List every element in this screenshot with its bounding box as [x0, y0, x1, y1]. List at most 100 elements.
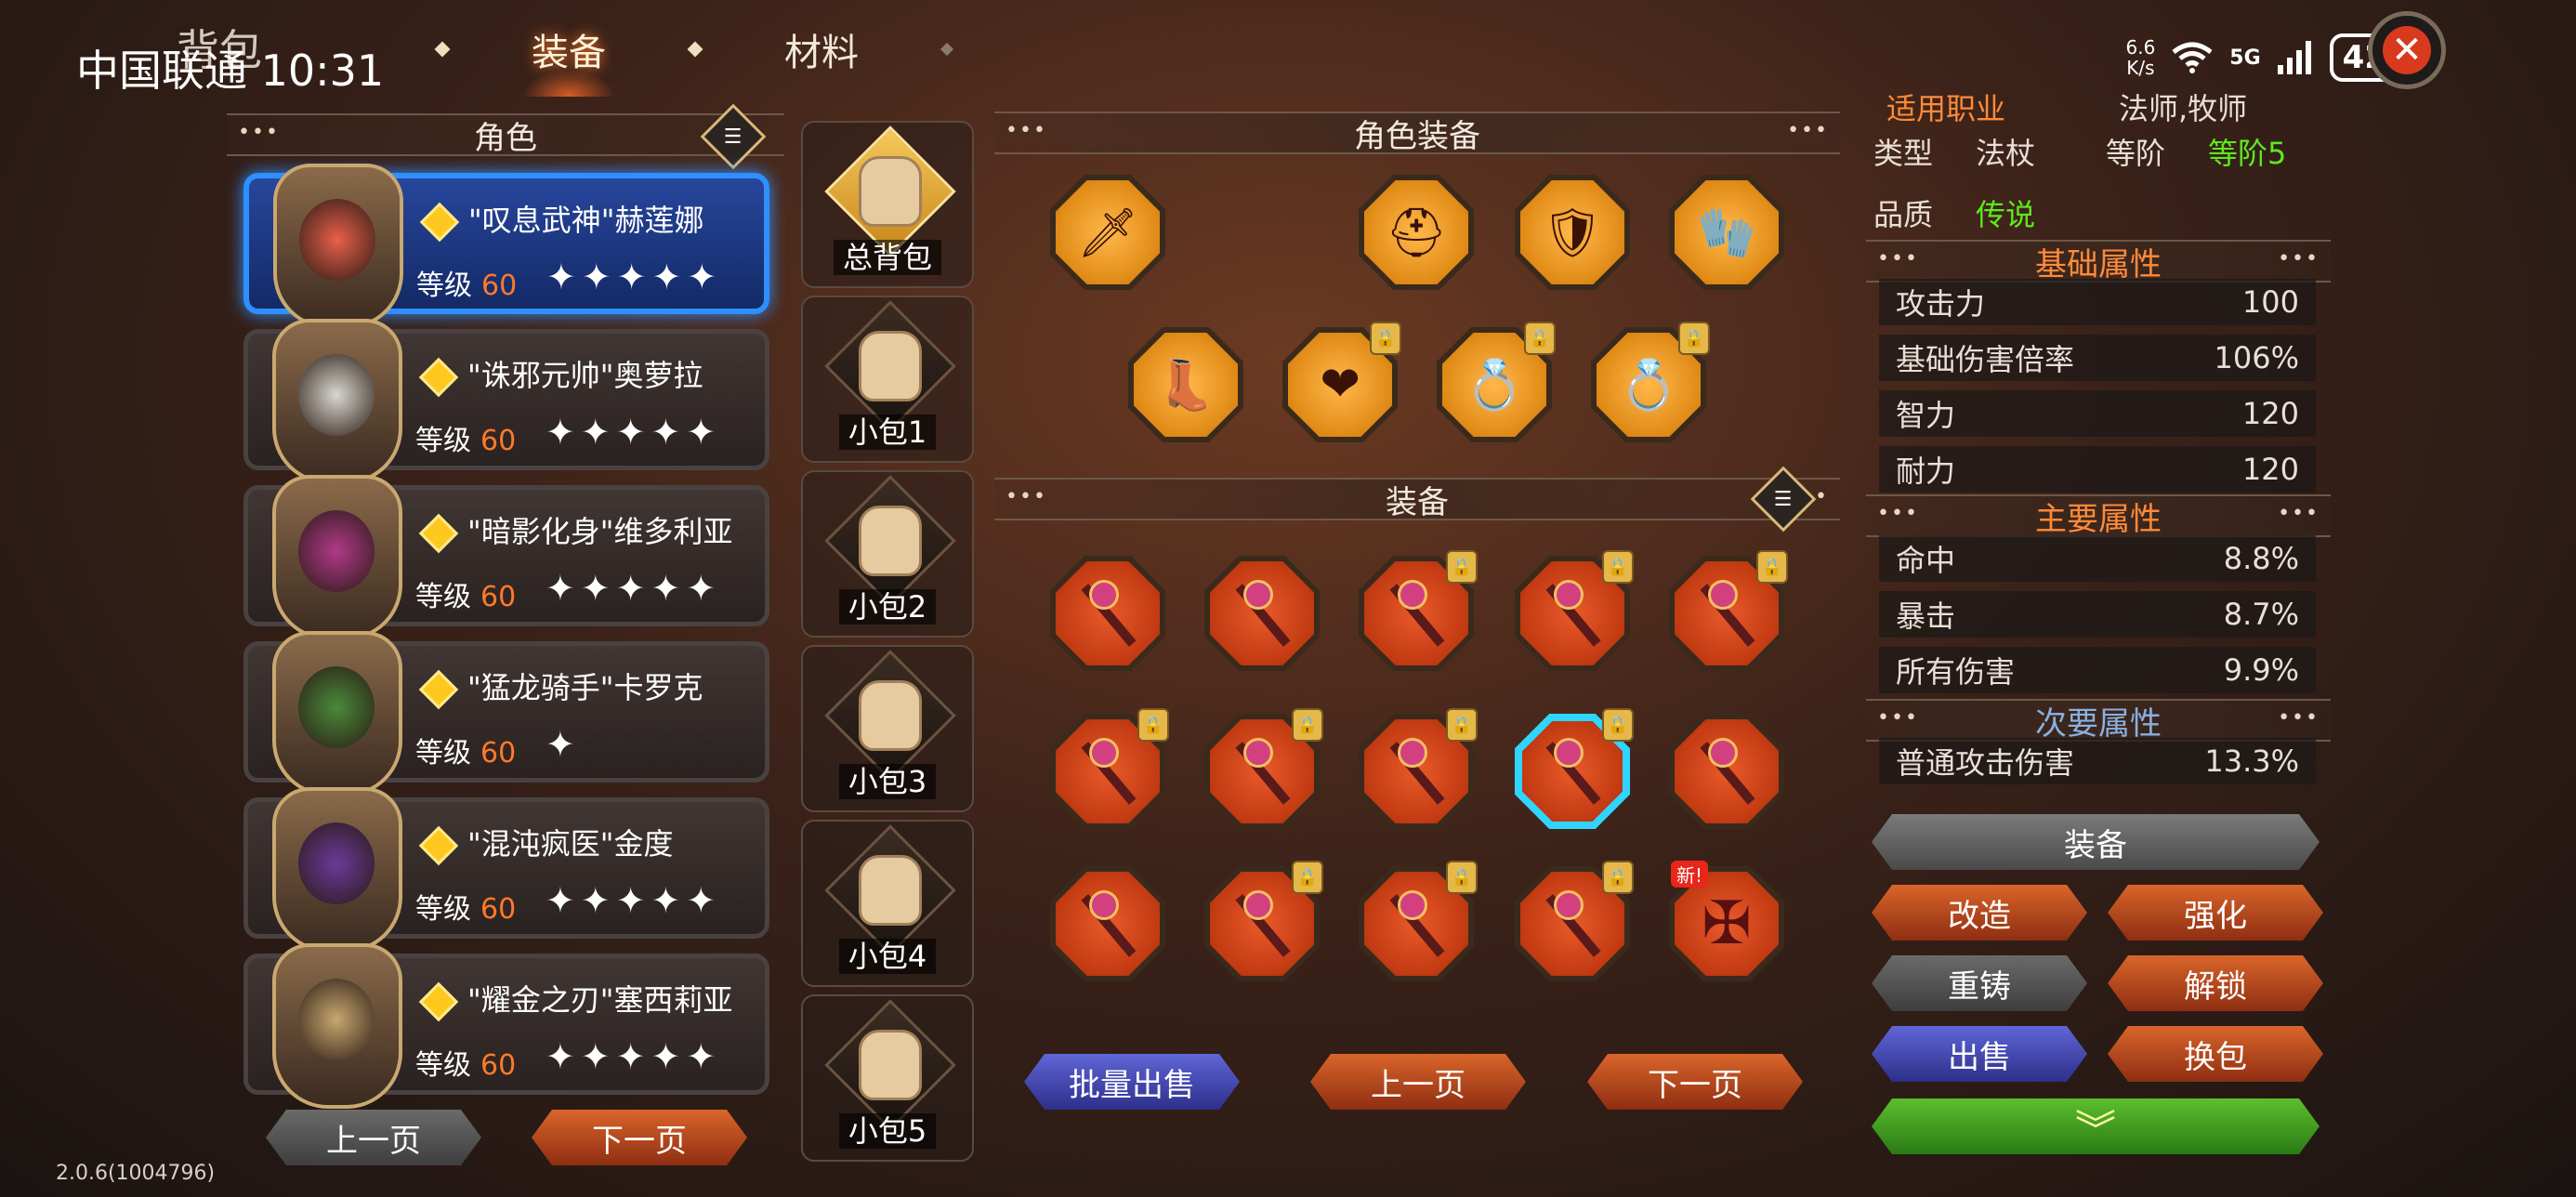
character-portrait: [272, 631, 402, 796]
sword-icon: 🗡: [1076, 204, 1138, 261]
star-icon: ✦: [686, 412, 722, 453]
lock-icon: 🔒: [1446, 861, 1478, 894]
equipment-slot[interactable]: 👢: [1128, 327, 1243, 442]
star-icon: ✦: [580, 724, 616, 765]
backpack-icon: [859, 506, 922, 576]
character-face: [299, 199, 375, 281]
tab-materials[interactable]: 材料: [766, 19, 877, 80]
equipment-slot[interactable]: 💍 🔒: [1591, 322, 1710, 442]
chevron-down-icon: ︾: [2075, 1107, 2116, 1154]
character-portrait: [272, 475, 402, 640]
enhance-button[interactable]: 强化: [2108, 885, 2323, 940]
wifi-icon: [2172, 42, 2213, 73]
inventory-item[interactable]: 🔒: [1669, 550, 1788, 671]
bag-tab[interactable]: 小包5: [801, 994, 974, 1162]
tab-equipment[interactable]: 装备: [513, 19, 624, 97]
bag-tab[interactable]: 小包1: [801, 296, 974, 463]
attribute-row: 暴击 8.7%: [1879, 591, 2316, 638]
inventory-item[interactable]: 🔒: [1204, 708, 1323, 829]
star-icon: ✦: [545, 568, 581, 609]
version-label: 2.0.6(1004796): [56, 1162, 216, 1185]
inventory-item[interactable]: 🔒: [1515, 550, 1634, 671]
close-icon: ✕: [2383, 26, 2431, 74]
grade-value: 等阶5: [2208, 136, 2287, 171]
inventory-item[interactable]: 🔒: [1359, 550, 1478, 671]
bag-tab[interactable]: 小包3: [801, 645, 974, 812]
character-card[interactable]: "猛龙骑手"卡罗克 等级 60 ✦✦✦✦✦: [243, 631, 769, 796]
job-label: 适用职业: [1886, 91, 2006, 126]
inventory-item[interactable]: 🔒: [1515, 861, 1634, 981]
attribute-row: 耐力 120: [1879, 446, 2316, 493]
inventory-item[interactable]: 🔒: [1050, 708, 1169, 829]
character-card[interactable]: "诛邪元帅"奥萝拉 等级 60 ✦✦✦✦✦: [243, 319, 769, 484]
attribute-name: 普通攻击伤害: [1896, 745, 2075, 781]
inventory-item[interactable]: 🔒: [1515, 708, 1634, 829]
character-face: [298, 354, 375, 436]
equipment-slot[interactable]: 🧤: [1669, 175, 1784, 290]
quality-value: 传说: [1976, 197, 2036, 232]
bag-tab[interactable]: 小包2: [801, 470, 974, 638]
inventory-next-page-button[interactable]: 下一页: [1587, 1054, 1803, 1110]
character-card[interactable]: "暗影化身"维多利亚 等级 60 ✦✦✦✦✦: [243, 475, 769, 640]
bag-tab[interactable]: 小包4: [801, 820, 974, 987]
top-tabs: 装备 材料: [434, 19, 954, 97]
reforge-button[interactable]: 改造: [1872, 885, 2087, 940]
expand-button[interactable]: ︾: [1872, 1098, 2320, 1154]
lock-icon: 🔒: [1602, 708, 1634, 742]
star-rating: ✦✦✦✦✦: [545, 412, 721, 453]
character-card[interactable]: "混沌疯医"金度 等级 60 ✦✦✦✦✦: [243, 787, 769, 953]
attribute-name: 暴击: [1896, 598, 1956, 634]
character-card[interactable]: "叹息武神"赫莲娜 等级 60 ✦✦✦✦✦: [243, 164, 769, 329]
type-label: 类型: [1873, 136, 1934, 171]
batch-sell-button[interactable]: 批量出售: [1024, 1054, 1240, 1110]
equipment-slot[interactable]: 🗡: [1050, 175, 1165, 290]
sell-button[interactable]: 出售: [1872, 1026, 2087, 1082]
inventory-item[interactable]: [1204, 556, 1320, 671]
equip-button[interactable]: 装备: [1872, 814, 2320, 870]
character-portrait: [272, 319, 402, 484]
inventory-item[interactable]: [1050, 556, 1165, 671]
characters-prev-page-button[interactable]: 上一页: [266, 1110, 481, 1165]
armor-icon: 🛡: [1541, 204, 1603, 261]
lock-icon: 🔒: [1292, 861, 1323, 894]
close-button[interactable]: ✕: [2368, 11, 2446, 89]
character-name: "暗影化身"维多利亚: [467, 514, 733, 549]
inventory-item[interactable]: [1669, 714, 1784, 829]
equipment-slot[interactable]: ⛑: [1359, 175, 1474, 290]
attribute-value: 8.8%: [2223, 541, 2299, 576]
hood-icon: ⛑: [1385, 204, 1447, 261]
status-bar: 背包 中国联通 10:31 6.6 K/s 5G 42 ✕: [0, 0, 2576, 96]
characters-next-page-button[interactable]: 下一页: [532, 1110, 747, 1165]
backpack-icon: [859, 331, 922, 401]
character-face: [298, 822, 375, 904]
star-icon: ✦: [651, 412, 687, 453]
character-level: 等级 60: [415, 581, 517, 613]
swap-bag-button[interactable]: 换包: [2108, 1026, 2323, 1082]
equipment-slot[interactable]: ❤ 🔒: [1282, 322, 1401, 442]
attribute-value: 120: [2241, 452, 2299, 487]
inventory-item[interactable]: 🔒: [1359, 708, 1478, 829]
star-icon: ✦: [580, 1036, 616, 1077]
inventory-sort-icon[interactable]: ☰: [1750, 466, 1817, 533]
job-value: 法师,牧师: [2119, 91, 2248, 126]
attribute-value: 106%: [2214, 340, 2299, 375]
recast-button[interactable]: 重铸: [1872, 955, 2087, 1011]
diamond-icon: [419, 202, 460, 243]
star-icon: ✦: [651, 256, 688, 297]
attribute-name: 智力: [1896, 398, 1956, 433]
star-icon: ✦: [686, 568, 722, 609]
equipment-slot[interactable]: 🛡: [1515, 175, 1630, 290]
inventory-prev-page-button[interactable]: 上一页: [1310, 1054, 1526, 1110]
lock-icon: 🔒: [1292, 708, 1323, 742]
character-name: "叹息武神"赫莲娜: [468, 203, 704, 238]
attribute-row: 所有伤害 9.9%: [1879, 647, 2316, 693]
character-name: "混沌疯医"金度: [467, 826, 674, 862]
inventory-item[interactable]: ✠ 新!: [1669, 861, 1784, 981]
bag-tab[interactable]: 总背包: [801, 121, 974, 288]
unlock-button[interactable]: 解锁: [2108, 955, 2323, 1011]
inventory-item[interactable]: [1050, 866, 1165, 981]
inventory-item[interactable]: 🔒: [1359, 861, 1478, 981]
inventory-item[interactable]: 🔒: [1204, 861, 1323, 981]
equipment-slot[interactable]: 💍 🔒: [1437, 322, 1556, 442]
character-card[interactable]: "耀金之刃"塞西莉亚 等级 60 ✦✦✦✦✦: [243, 943, 769, 1109]
